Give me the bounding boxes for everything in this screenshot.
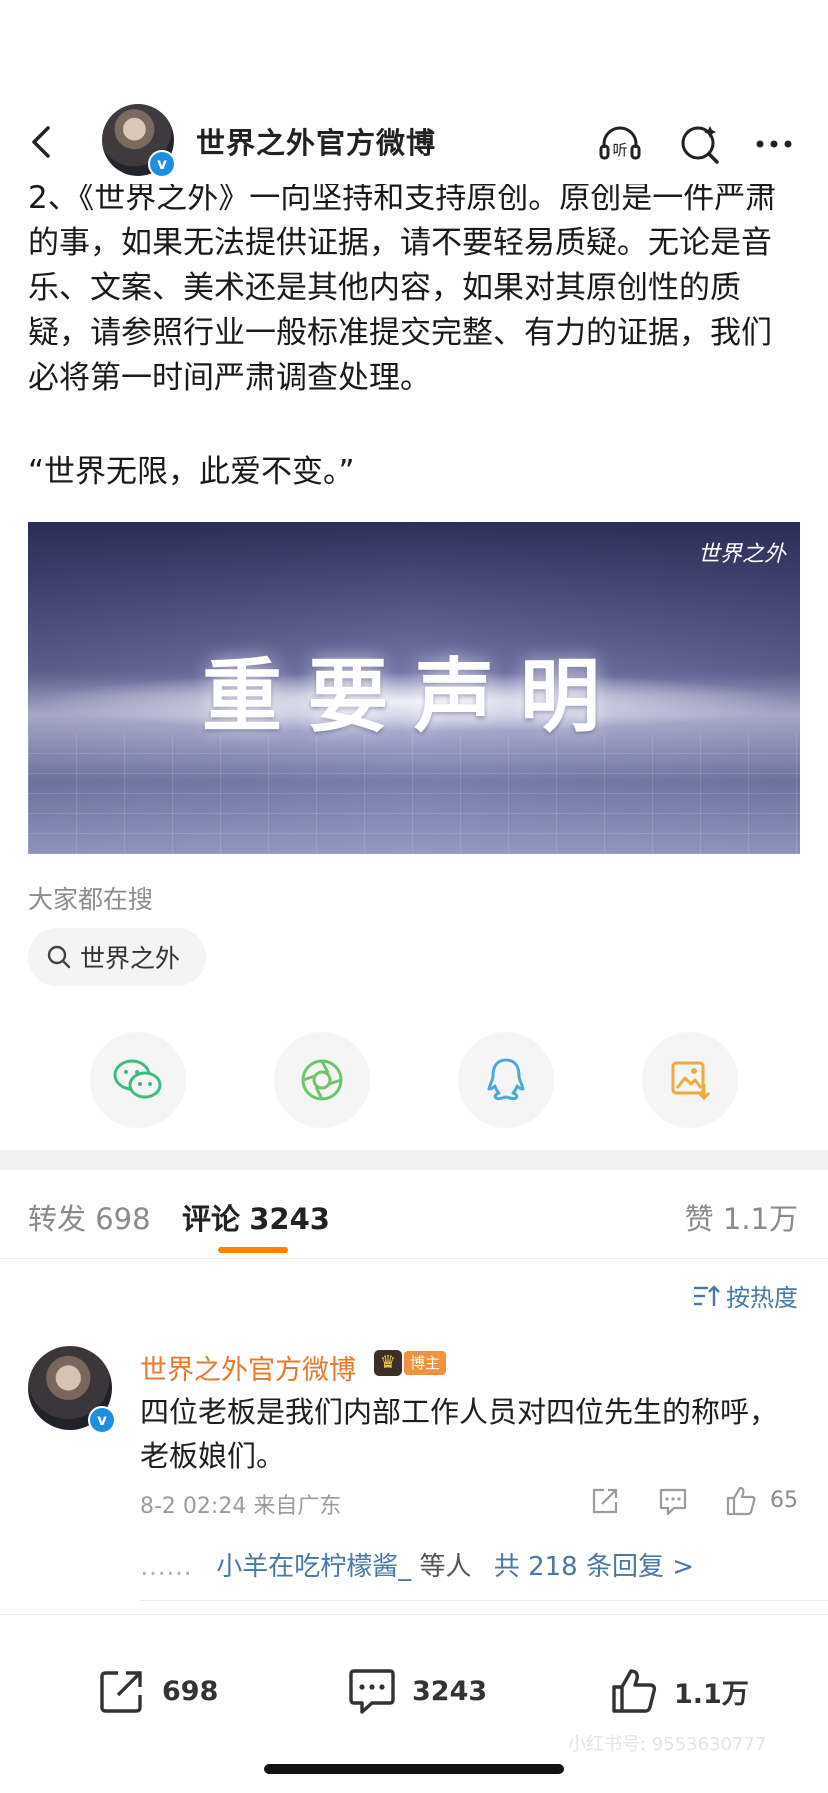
comment-time: 8-2 02:24 — [140, 1494, 247, 1519]
comment-share-icon[interactable] — [588, 1484, 622, 1518]
reply-user[interactable]: 小羊在吃柠檬酱_ — [216, 1552, 411, 1582]
save-image-button[interactable] — [642, 1032, 738, 1128]
verified-badge-icon: v — [88, 1406, 116, 1434]
trending-search-label: 大家都在搜 — [28, 885, 154, 914]
reply-etc: 等人 — [419, 1552, 472, 1582]
tab-comments-label: 评论 — [182, 1202, 241, 1236]
share-moments-button[interactable] — [274, 1032, 370, 1128]
active-tab-indicator — [218, 1247, 288, 1253]
repost-count: 698 — [162, 1675, 219, 1707]
listen-label: 听 — [612, 141, 627, 159]
comment-location: 来自广东 — [253, 1494, 342, 1519]
search-sparkle-icon[interactable] — [678, 122, 722, 166]
search-chip-label: 世界之外 — [80, 944, 181, 973]
reply-total[interactable]: 共 218 条回复 > — [494, 1552, 694, 1582]
sort-icon — [694, 1284, 720, 1306]
back-arrow-icon[interactable] — [22, 122, 62, 162]
reply-dots: …… — [140, 1552, 192, 1582]
tab-comments[interactable]: 评论 3243 — [182, 1196, 330, 1238]
comment-button[interactable]: 3243 — [346, 1665, 487, 1717]
author-badge: ♛ 博主 — [374, 1350, 447, 1376]
comment-icon — [349, 1669, 395, 1714]
home-indicator[interactable] — [264, 1764, 564, 1774]
sort-label: 按热度 — [726, 1284, 798, 1312]
comment-meta: 8-2 02:24 来自广东 — [140, 1488, 341, 1520]
tab-repost[interactable]: 转发 698 — [28, 1196, 151, 1238]
moments-icon — [301, 1059, 343, 1101]
tab-repost-count: 698 — [95, 1202, 151, 1236]
crown-icon: ♛ — [374, 1350, 402, 1376]
sort-button[interactable]: 按热度 — [692, 1278, 798, 1313]
share-wechat-button[interactable] — [90, 1032, 186, 1128]
comment-author[interactable]: 世界之外官方微博 — [140, 1348, 356, 1387]
tab-comments-count: 3243 — [249, 1202, 330, 1236]
repost-button[interactable]: 698 — [96, 1665, 218, 1717]
watermark-text: 小红书号: 9553630777 — [568, 1734, 767, 1755]
qq-icon — [487, 1058, 525, 1101]
comment-like-count: 65 — [770, 1488, 798, 1513]
tab-likes[interactable]: 赞 1.1万 — [685, 1196, 798, 1238]
top-nav-bar: v 世界之外官方微博 听 — [0, 100, 828, 184]
post-body: 2、《世界之外》一向坚持和支持原创。原创是一件严肃的事，如果无法提供证据，请不要… — [28, 176, 798, 401]
like-count: 1.1万 — [674, 1678, 749, 1710]
tab-divider — [0, 1258, 828, 1259]
save-image-icon — [671, 1061, 711, 1101]
share-qq-button[interactable] — [458, 1032, 554, 1128]
tab-repost-label: 转发 — [28, 1202, 87, 1236]
view-replies-link[interactable]: …… 小羊在吃柠檬酱_ 等人 共 218 条回复 > — [140, 1546, 694, 1583]
blogger-tag: 博主 — [404, 1351, 447, 1375]
comment-divider — [140, 1600, 828, 1601]
page-title[interactable]: 世界之外官方微博 — [196, 120, 436, 162]
section-divider — [0, 1150, 828, 1170]
banner-title: 重要声明 — [202, 649, 626, 743]
post-paragraph: 2、《世界之外》一向坚持和支持原创。原创是一件严肃的事，如果无法提供证据，请不要… — [28, 180, 777, 396]
verified-badge-icon: v — [148, 150, 176, 178]
post-quote: “世界无限，此爱不变。” — [28, 454, 355, 490]
search-chip[interactable]: 世界之外 — [28, 928, 207, 986]
repost-icon — [100, 1671, 142, 1713]
listen-headphones-icon[interactable]: 听 — [598, 122, 642, 166]
like-button[interactable]: 1.1万 — [608, 1665, 749, 1717]
comment-reply-icon[interactable] — [656, 1484, 690, 1518]
tab-likes-label: 赞 — [684, 1202, 714, 1236]
comment-like-icon[interactable] — [724, 1484, 758, 1518]
post-image[interactable]: 世界之外 重要声明 — [28, 522, 800, 854]
comment-text: 四位老板是我们内部工作人员对四位先生的称呼，老板娘们。 — [140, 1395, 779, 1473]
wechat-icon — [113, 1059, 162, 1099]
comment-count: 3243 — [412, 1675, 488, 1707]
search-icon — [47, 945, 71, 969]
game-logo: 世界之外 — [697, 542, 786, 567]
thumbs-up-icon — [612, 1669, 657, 1713]
tab-likes-count: 1.1万 — [722, 1202, 798, 1236]
more-options-icon[interactable] — [752, 122, 796, 166]
